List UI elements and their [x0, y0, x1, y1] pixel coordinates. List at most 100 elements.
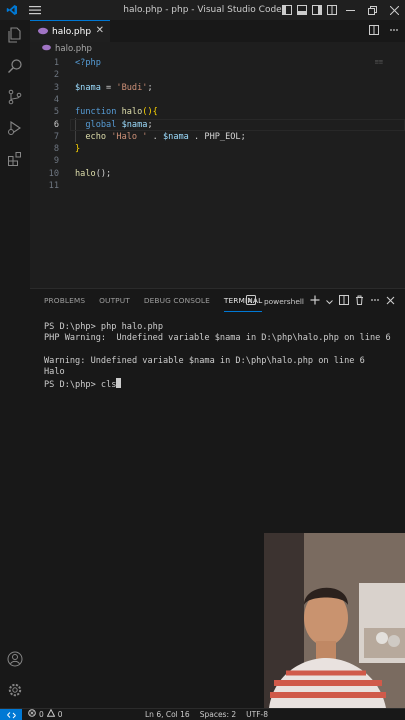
close-window-icon[interactable]: [383, 0, 405, 20]
code-token: $nama: [162, 131, 189, 142]
cursor-position[interactable]: Ln 6, Col 16: [145, 709, 190, 720]
code-text: global $nama;: [75, 119, 153, 131]
code-line[interactable]: 8}: [30, 143, 405, 155]
code-line[interactable]: 10 halo();: [30, 168, 405, 180]
indentation[interactable]: Spaces: 2: [200, 709, 236, 720]
code-token: 'Budi': [116, 82, 148, 93]
code-token: <?php: [75, 58, 101, 68]
code-line[interactable]: 3 $nama = 'Budi';: [30, 82, 405, 94]
toggle-primary-sidebar-icon[interactable]: [279, 0, 294, 20]
terminal-line: Halo: [44, 367, 399, 378]
minimize-icon[interactable]: [339, 0, 361, 20]
code-token: 'Halo ': [111, 131, 148, 142]
webcam-overlay: [264, 533, 405, 708]
toggle-secondary-sidebar-icon[interactable]: [309, 0, 324, 20]
code-token: .: [147, 131, 163, 142]
chevron-down-icon[interactable]: [326, 295, 333, 308]
terminal-line: PHP Warning: Undefined variable $nama in…: [44, 333, 399, 344]
toggle-panel-icon[interactable]: [294, 0, 309, 20]
search-icon[interactable]: [0, 51, 30, 81]
terminal-line-text: Halo: [44, 366, 65, 377]
line-number: 10: [48, 168, 59, 179]
tab-halo-php[interactable]: halo.php ✕: [30, 20, 110, 42]
terminal-output[interactable]: PS D:\php> php halo.php PHP Warning: Unde…: [44, 322, 399, 390]
split-terminal-icon[interactable]: [339, 294, 349, 308]
customize-layout-icon[interactable]: [324, 0, 339, 20]
code-token: $nama: [75, 82, 101, 93]
explorer-icon[interactable]: [0, 20, 30, 50]
code-line[interactable]: 9: [30, 155, 405, 167]
php-file-icon: [42, 44, 51, 54]
terminal-line-text: Warning: Undefined variable $nama in D:\…: [44, 355, 365, 366]
code-line[interactable]: 4: [30, 94, 405, 106]
tab-output[interactable]: OUTPUT: [99, 289, 130, 313]
status-bar: 0 0 Ln 6, Col 16 Spaces: 2 UTF-8: [0, 708, 405, 720]
menu-icon[interactable]: [24, 0, 46, 20]
shell-label[interactable]: powershell: [264, 297, 304, 306]
code-text: <?php: [75, 57, 101, 69]
tab-debug-console[interactable]: DEBUG CONSOLE: [144, 289, 210, 313]
account-icon[interactable]: [0, 644, 30, 674]
code-text: halo();: [75, 168, 111, 180]
restore-icon[interactable]: [361, 0, 383, 20]
tab-problems[interactable]: PROBLEMS: [44, 289, 85, 313]
code-line[interactable]: 11: [30, 180, 405, 192]
trash-icon[interactable]: [355, 295, 364, 308]
breadcrumb-file[interactable]: halo.php: [55, 44, 92, 54]
code-line[interactable]: 6 global $nama;: [30, 119, 405, 131]
close-icon[interactable]: ✕: [96, 25, 104, 36]
encoding[interactable]: UTF-8: [246, 709, 268, 720]
line-number: 4: [53, 94, 59, 105]
code-token: .: [188, 131, 205, 142]
more-icon[interactable]: [389, 25, 399, 38]
run-debug-icon[interactable]: [0, 113, 30, 143]
remote-indicator[interactable]: [0, 709, 22, 720]
source-control-icon[interactable]: [0, 82, 30, 112]
code-token: echo: [85, 131, 112, 142]
breadcrumb[interactable]: halo.php: [30, 42, 405, 56]
error-count: 0: [39, 710, 44, 719]
line-number: 7: [53, 131, 59, 142]
code-token: ;: [147, 82, 153, 93]
code-token: (){: [142, 107, 158, 118]
terminal-line: PS D:\php> php halo.php: [44, 322, 399, 333]
php-file-icon: [38, 25, 48, 38]
title-bar: halo.php - php - Visual Studio Code: [0, 0, 405, 20]
code-line[interactable]: 1 <?php: [30, 57, 405, 69]
activity-bar: [0, 20, 30, 708]
code-token: ();: [95, 168, 112, 179]
code-token: PHP_EOL: [204, 131, 241, 142]
code-line[interactable]: 5 function halo(){: [30, 106, 405, 118]
code-token: ;: [240, 131, 246, 142]
code-line[interactable]: 7 echo 'Halo ' . $nama . PHP_EOL;: [30, 131, 405, 143]
split-editor-icon[interactable]: [369, 24, 379, 38]
line-number: 3: [53, 82, 59, 93]
terminal-line: Warning: Undefined variable $nama in D:\…: [44, 356, 399, 367]
code-token: =: [100, 82, 117, 93]
problems-indicator[interactable]: 0 0: [28, 708, 63, 720]
line-number: 11: [48, 181, 59, 191]
settings-gear-icon[interactable]: [0, 675, 30, 705]
add-icon[interactable]: [310, 295, 320, 308]
terminal-cursor: [116, 377, 122, 388]
extensions-icon[interactable]: [0, 144, 30, 174]
line-number: 2: [53, 70, 59, 81]
line-number: 6: [53, 119, 59, 130]
ellipsis-icon[interactable]: [370, 295, 380, 308]
terminal-line-text: PS D:\php> php halo.php: [44, 322, 163, 332]
code-line[interactable]: 2: [30, 69, 405, 81]
code-token: global: [85, 119, 122, 130]
terminal-line: PS D:\php> cls: [44, 377, 399, 390]
vscode-logo-icon: [0, 0, 24, 20]
code-text: echo 'Halo ' . $nama . PHP_EOL;: [75, 131, 246, 143]
editor-tab-bar: halo.php ✕: [30, 20, 405, 42]
line-number: 8: [53, 144, 59, 155]
code-token: }: [75, 144, 81, 155]
code-editor[interactable]: ≡≡ 1 <?php 2 3 $nama = 'Budi'; 4 5 function hal…: [30, 56, 405, 288]
code-text: $nama = 'Budi';: [75, 82, 153, 94]
close-panel-icon[interactable]: [386, 295, 395, 308]
code-token: ;: [147, 119, 153, 130]
